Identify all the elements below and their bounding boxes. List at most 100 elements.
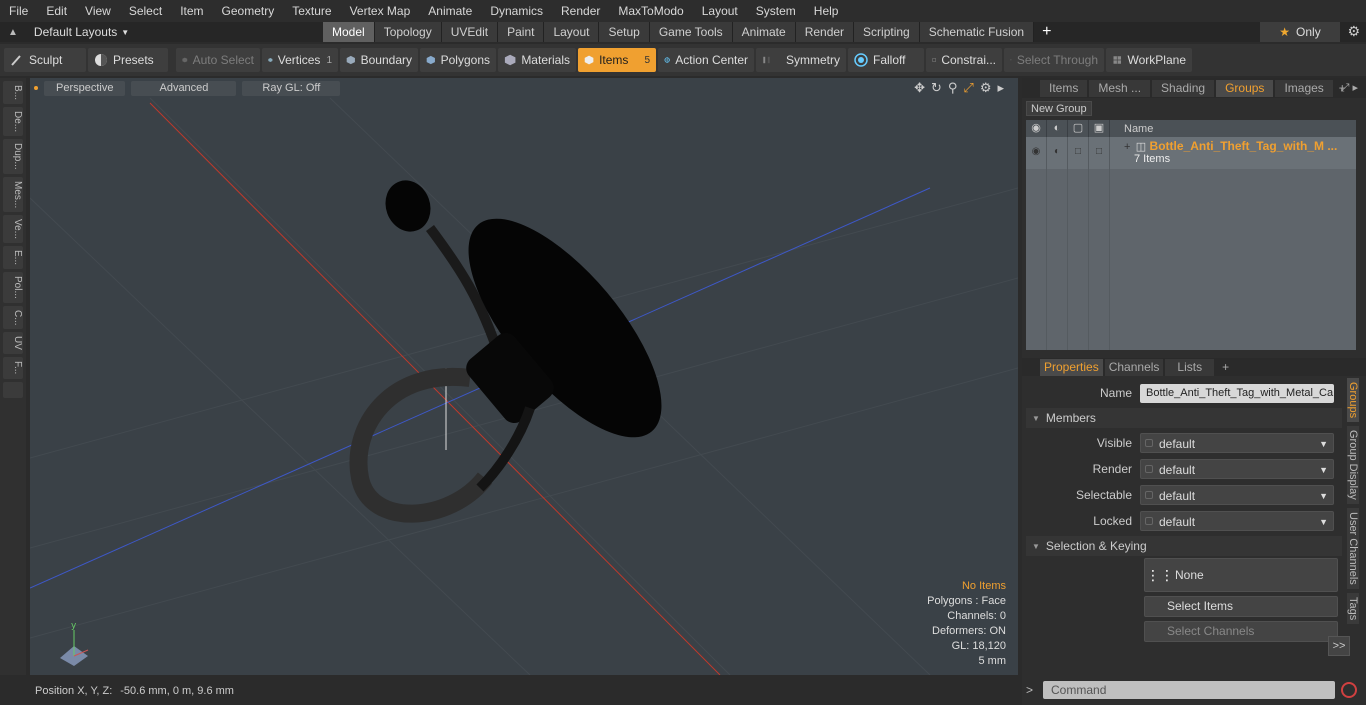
- menu-maxtomodo[interactable]: MaxToModo: [609, 0, 692, 22]
- 3d-viewport[interactable]: y Perspective Advanced Ray GL: Off ✥ ↻ ⚲…: [30, 78, 1018, 675]
- name-field[interactable]: Bottle_Anti_Theft_Tag_with_Metal_Ca: [1140, 383, 1334, 403]
- falloff-button[interactable]: Falloff: [848, 48, 924, 72]
- members-section[interactable]: ▼ Members: [1026, 408, 1342, 428]
- sculpt-button[interactable]: Sculpt: [4, 48, 86, 72]
- group-row[interactable]: ◉ ◐ □ □ + ◫ Bottle_Anti_Theft_Tag_with_M…: [1026, 137, 1356, 169]
- selectable-dropdown[interactable]: default ▼: [1140, 485, 1334, 505]
- raygl-button[interactable]: Ray GL: Off: [242, 80, 341, 96]
- tab-model[interactable]: Model: [323, 22, 375, 42]
- maximize-icon[interactable]: ⤢: [963, 80, 973, 96]
- tab-shading[interactable]: Shading: [1152, 79, 1215, 97]
- menu-item[interactable]: Item: [171, 0, 212, 22]
- bottle-tag-model[interactable]: [349, 174, 693, 539]
- viewport-gear-icon[interactable]: ⚙: [980, 80, 992, 96]
- menu-render[interactable]: Render: [552, 0, 609, 22]
- items-button[interactable]: Items 5: [578, 48, 656, 72]
- visibility-eye-icon[interactable]: ◉: [1026, 120, 1047, 137]
- left-tab-polygon[interactable]: Pol...: [3, 272, 23, 303]
- new-group-button[interactable]: New Group: [1026, 100, 1092, 116]
- tab-images[interactable]: Images: [1275, 79, 1333, 97]
- workplane-button[interactable]: WorkPlane: [1106, 48, 1192, 72]
- tab-scripting[interactable]: Scripting: [854, 22, 920, 42]
- menu-layout[interactable]: Layout: [693, 0, 747, 22]
- left-tab-fusion[interactable]: F...: [3, 357, 23, 379]
- group-name[interactable]: Bottle_Anti_Theft_Tag_with_M ...: [1150, 139, 1338, 153]
- presets-button[interactable]: Presets: [88, 48, 168, 72]
- tab-lists[interactable]: Lists: [1165, 358, 1215, 376]
- tab-render[interactable]: Render: [795, 22, 855, 42]
- viewport-menu-arrow-icon[interactable]: ▸: [997, 80, 1004, 96]
- gear-icon[interactable]: ⚙: [1347, 23, 1360, 40]
- menu-dynamics[interactable]: Dynamics: [481, 0, 552, 22]
- command-input[interactable]: Command: [1043, 681, 1336, 699]
- shading-mode-button[interactable]: Advanced: [131, 80, 237, 96]
- viewport-scene[interactable]: y: [30, 78, 1018, 675]
- menu-system[interactable]: System: [747, 0, 805, 22]
- tab-topology[interactable]: Topology: [374, 22, 442, 42]
- menu-edit[interactable]: Edit: [37, 0, 76, 22]
- layouts-dropdown[interactable]: ▲ Default Layouts ▼: [0, 22, 323, 42]
- side-tab-user-channels[interactable]: User Channels: [1347, 507, 1359, 589]
- tab-properties[interactable]: Properties: [1040, 358, 1103, 376]
- select-channels-button[interactable]: Select Channels: [1144, 621, 1338, 642]
- menu-view[interactable]: View: [76, 0, 120, 22]
- menu-geometry[interactable]: Geometry: [213, 0, 284, 22]
- none-keying-button[interactable]: ⋮⋮ None: [1144, 558, 1338, 592]
- tab-channels[interactable]: Channels: [1104, 358, 1164, 376]
- tab-game-tools[interactable]: Game Tools: [649, 22, 733, 42]
- side-tab-groups[interactable]: Groups: [1347, 378, 1359, 423]
- selection-keying-section[interactable]: ▼ Selection & Keying: [1026, 536, 1342, 556]
- left-tab-basic[interactable]: B...: [3, 81, 23, 105]
- menu-vertex-map[interactable]: Vertex Map: [341, 0, 420, 22]
- move-icon[interactable]: ✥: [914, 80, 925, 96]
- left-tab-edge[interactable]: E...: [3, 246, 23, 270]
- visible-dropdown[interactable]: default ▼: [1140, 433, 1334, 453]
- vertices-button[interactable]: Vertices 1: [262, 48, 338, 72]
- polygons-button[interactable]: Polygons: [420, 48, 496, 72]
- render-dropdown[interactable]: default ▼: [1140, 459, 1334, 479]
- auto-select-button[interactable]: Auto Select: [176, 48, 260, 72]
- tab-uvedit[interactable]: UVEdit: [441, 22, 499, 42]
- add-tab-icon[interactable]: +: [1034, 22, 1059, 42]
- tab-animate[interactable]: Animate: [732, 22, 796, 42]
- rotate-icon[interactable]: ↻: [931, 80, 942, 96]
- side-tab-group-display[interactable]: Group Display: [1347, 426, 1359, 504]
- select-cube-icon[interactable]: ▣: [1089, 120, 1110, 137]
- materials-button[interactable]: Materials: [498, 48, 576, 72]
- name-column-header[interactable]: Name: [1110, 123, 1153, 135]
- tab-schematic-fusion[interactable]: Schematic Fusion: [919, 22, 1035, 42]
- menu-animate[interactable]: Animate: [419, 0, 481, 22]
- panel-expand-icon[interactable]: ⤢ ▸: [1341, 81, 1358, 95]
- menu-texture[interactable]: Texture: [283, 0, 340, 22]
- lock-cube-icon[interactable]: ▢: [1068, 120, 1089, 137]
- zoom-icon[interactable]: ⚲: [948, 80, 958, 96]
- tab-setup[interactable]: Setup: [599, 22, 650, 42]
- menu-file[interactable]: File: [0, 0, 37, 22]
- left-tab-deform[interactable]: De...: [3, 107, 23, 137]
- tab-layout[interactable]: Layout: [544, 22, 600, 42]
- tab-items[interactable]: Items: [1040, 79, 1088, 97]
- row-render-icon[interactable]: ◐: [1047, 137, 1068, 169]
- left-tab-curve[interactable]: C...: [3, 305, 23, 330]
- left-tab-extra[interactable]: [3, 381, 23, 398]
- boundary-button[interactable]: Boundary: [340, 48, 418, 72]
- select-through-button[interactable]: Select Through: [1004, 48, 1104, 72]
- side-tab-tags[interactable]: Tags: [1347, 592, 1359, 624]
- tab-mesh[interactable]: Mesh ...: [1089, 79, 1151, 97]
- action-center-button[interactable]: Action Center: [658, 48, 754, 72]
- row-select-icon[interactable]: □: [1089, 137, 1110, 169]
- more-button[interactable]: >>: [1328, 636, 1350, 656]
- left-tab-duplicate[interactable]: Dup...: [3, 139, 23, 174]
- symmetry-button[interactable]: Symmetry: [756, 48, 846, 72]
- left-tab-vertex[interactable]: Ve...: [3, 215, 23, 244]
- expand-plus-icon[interactable]: +: [1124, 141, 1130, 153]
- menu-select[interactable]: Select: [120, 0, 171, 22]
- tab-groups[interactable]: Groups: [1216, 79, 1274, 97]
- left-tab-mesh[interactable]: Mes...: [3, 176, 23, 213]
- left-tab-uv[interactable]: UV: [3, 332, 23, 355]
- constraints-button[interactable]: Constrai...: [926, 48, 1002, 72]
- locked-dropdown[interactable]: default ▼: [1140, 511, 1334, 531]
- record-icon[interactable]: [1341, 682, 1358, 698]
- render-icon[interactable]: ◐: [1047, 120, 1068, 137]
- tab-paint[interactable]: Paint: [498, 22, 545, 42]
